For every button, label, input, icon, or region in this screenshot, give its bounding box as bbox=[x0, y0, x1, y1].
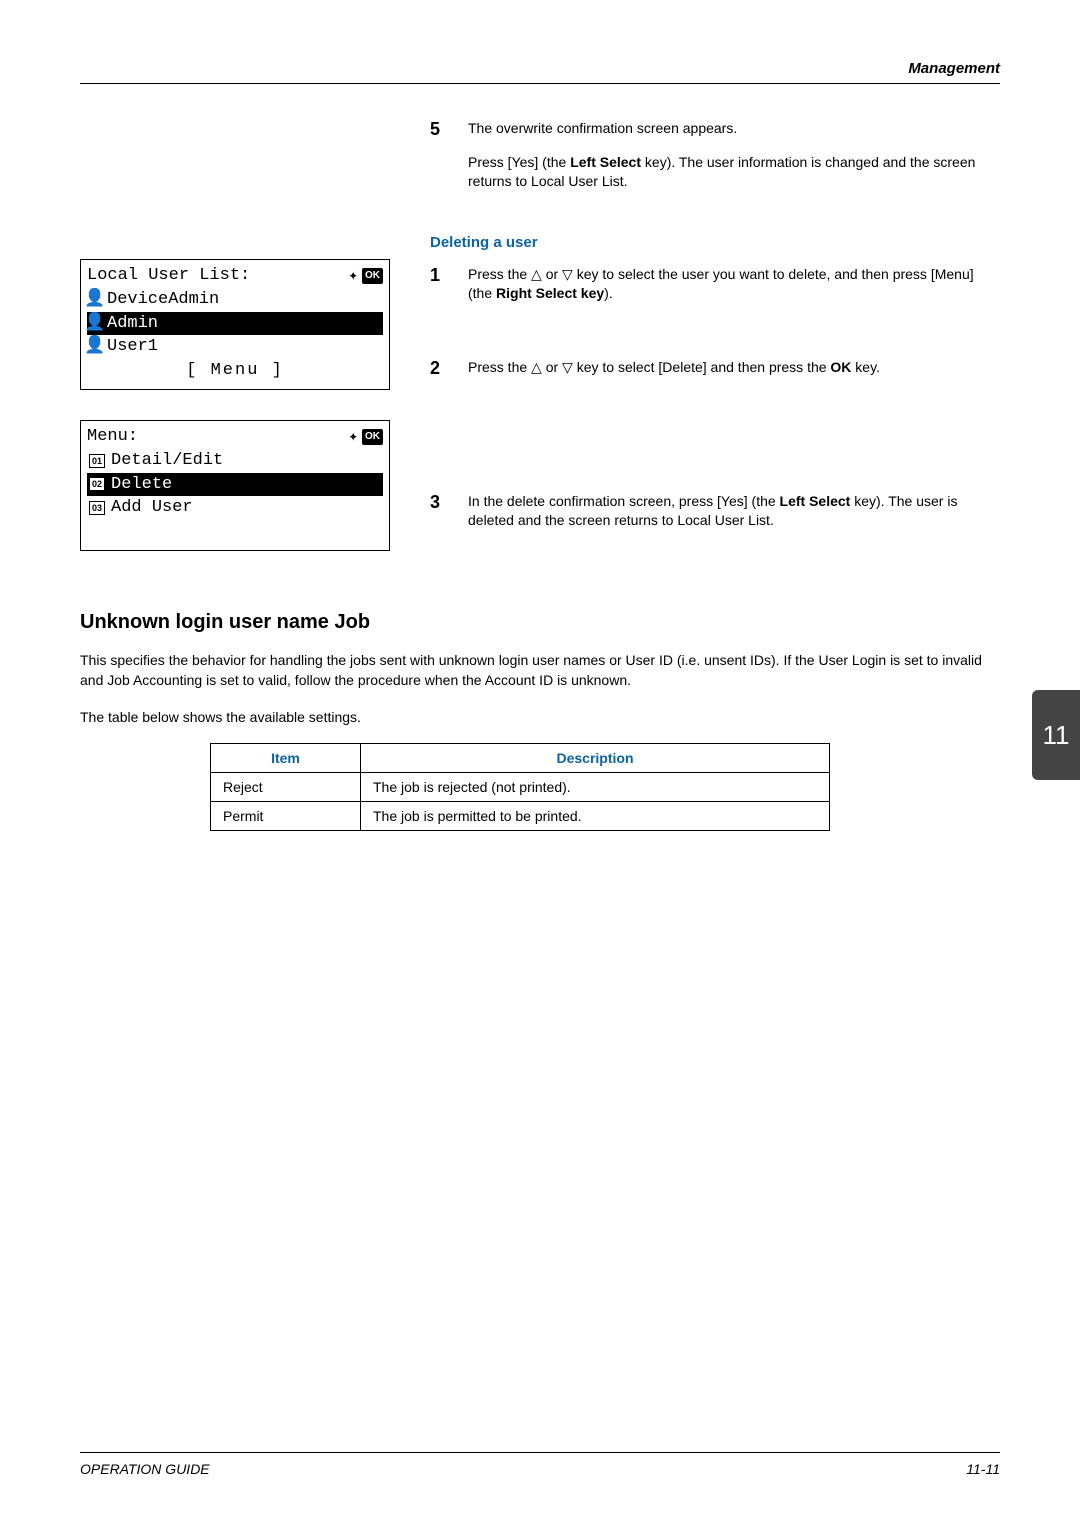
left-column: Local User List: ✦ OK 👤 DeviceAdmin 👤 Ad… bbox=[80, 119, 400, 581]
section-paragraph: The table below shows the available sett… bbox=[80, 707, 1000, 727]
nav-diamond-icon: ✦ bbox=[348, 268, 358, 284]
unknown-login-heading: Unknown login user name Job bbox=[80, 611, 1000, 634]
triangle-down-icon: ▽ bbox=[562, 266, 573, 282]
step-number: 1 bbox=[430, 265, 448, 318]
list-item: 👤 User1 bbox=[87, 335, 383, 359]
menu-item: 01 Detail/Edit bbox=[87, 449, 383, 473]
lcd-softkey-row: [ Menu ] bbox=[87, 359, 383, 383]
step-text: The overwrite confirmation screen appear… bbox=[468, 119, 1000, 139]
list-label: DeviceAdmin bbox=[107, 288, 219, 312]
lcd-title: Local User List: bbox=[87, 264, 250, 288]
step-1: 1 Press the △ or ▽ key to select the use… bbox=[430, 265, 1000, 318]
section-title: Management bbox=[908, 60, 1000, 77]
step-5: 5 The overwrite confirmation screen appe… bbox=[430, 119, 1000, 206]
table-header-row: Item Description bbox=[211, 743, 830, 772]
nav-diamond-icon: ✦ bbox=[348, 429, 358, 445]
menu-label: Detail/Edit bbox=[111, 449, 223, 473]
page-footer: OPERATION GUIDE 11-11 bbox=[80, 1452, 1000, 1477]
footer-left: OPERATION GUIDE bbox=[80, 1461, 210, 1477]
list-item: 👤 DeviceAdmin bbox=[87, 288, 383, 312]
step-body: In the delete confirmation screen, press… bbox=[468, 492, 1000, 545]
step-body: Press the △ or ▽ key to select the user … bbox=[468, 265, 1000, 318]
lcd-menu: Menu: ✦ OK 01 Detail/Edit 02 Delete 03 A… bbox=[80, 420, 390, 551]
menu-item: 03 Add User bbox=[87, 496, 383, 520]
user-icon: 👤 bbox=[89, 312, 101, 336]
step-body: The overwrite confirmation screen appear… bbox=[468, 119, 1000, 206]
menu-num-badge: 03 bbox=[89, 501, 105, 515]
lcd-title-row: Local User List: ✦ OK bbox=[87, 264, 383, 288]
user-icon: 👤 bbox=[89, 288, 101, 312]
section-paragraph: This specifies the behavior for handling… bbox=[80, 650, 1000, 691]
triangle-up-icon: △ bbox=[531, 266, 542, 282]
step-number: 3 bbox=[430, 492, 448, 545]
step-body: Press the △ or ▽ key to select [Delete] … bbox=[468, 358, 1000, 392]
cell-item: Reject bbox=[211, 772, 361, 801]
lcd-indicator-icons: ✦ OK bbox=[348, 268, 383, 284]
lcd-local-user-list: Local User List: ✦ OK 👤 DeviceAdmin 👤 Ad… bbox=[80, 259, 390, 390]
user-icon: 👤 bbox=[89, 335, 101, 359]
step-text: Press the △ or ▽ key to select the user … bbox=[468, 265, 1000, 304]
step-text: In the delete confirmation screen, press… bbox=[468, 492, 1000, 531]
cell-desc: The job is permitted to be printed. bbox=[361, 801, 830, 830]
lcd-indicator-icons: ✦ OK bbox=[348, 429, 383, 445]
footer-right: 11-11 bbox=[966, 1461, 1000, 1477]
lcd-title-row: Menu: ✦ OK bbox=[87, 425, 383, 449]
menu-item-selected: 02 Delete bbox=[87, 473, 383, 497]
chapter-tab: 11 bbox=[1032, 690, 1080, 780]
settings-table: Item Description Reject The job is rejec… bbox=[210, 743, 830, 831]
step-2: 2 Press the △ or ▽ key to select [Delete… bbox=[430, 358, 1000, 392]
main-columns: Local User List: ✦ OK 👤 DeviceAdmin 👤 Ad… bbox=[80, 119, 1000, 581]
triangle-down-icon: ▽ bbox=[562, 359, 573, 375]
list-item-selected: 👤 Admin bbox=[87, 312, 383, 336]
deleting-user-heading: Deleting a user bbox=[430, 234, 1000, 251]
ok-badge-icon: OK bbox=[362, 268, 383, 284]
list-label: User1 bbox=[107, 335, 158, 359]
list-label: Admin bbox=[107, 312, 158, 336]
step-number: 2 bbox=[430, 358, 448, 392]
col-item: Item bbox=[211, 743, 361, 772]
right-column: 5 The overwrite confirmation screen appe… bbox=[430, 119, 1000, 581]
cell-item: Permit bbox=[211, 801, 361, 830]
table-row: Reject The job is rejected (not printed)… bbox=[211, 772, 830, 801]
page-header: Management bbox=[80, 60, 1000, 84]
menu-label: Delete bbox=[111, 473, 172, 497]
step-text: Press [Yes] (the Left Select key). The u… bbox=[468, 153, 1000, 192]
menu-num-badge: 02 bbox=[89, 477, 105, 491]
menu-num-badge: 01 bbox=[89, 454, 105, 468]
menu-label: Add User bbox=[111, 496, 193, 520]
cell-desc: The job is rejected (not printed). bbox=[361, 772, 830, 801]
col-description: Description bbox=[361, 743, 830, 772]
table-row: Permit The job is permitted to be printe… bbox=[211, 801, 830, 830]
step-3: 3 In the delete confirmation screen, pre… bbox=[430, 492, 1000, 545]
ok-badge-icon: OK bbox=[362, 429, 383, 445]
triangle-up-icon: △ bbox=[531, 359, 542, 375]
step-number: 5 bbox=[430, 119, 448, 206]
lcd-title: Menu: bbox=[87, 425, 138, 449]
step-text: Press the △ or ▽ key to select [Delete] … bbox=[468, 358, 1000, 378]
